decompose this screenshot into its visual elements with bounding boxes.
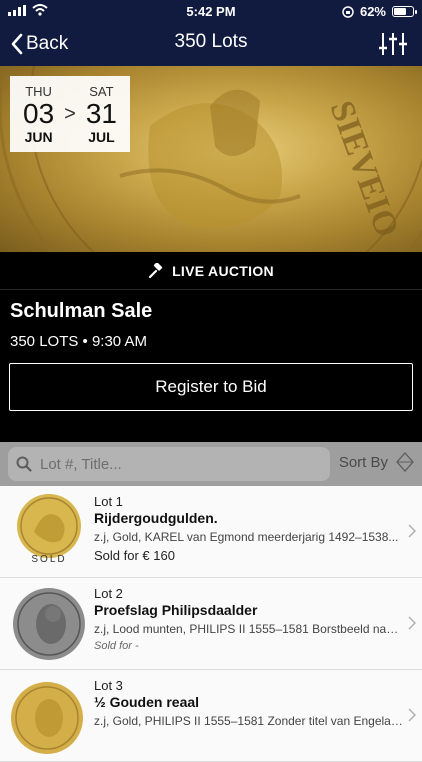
lot-description: z.j, Gold, PHILIPS II 1555–1581 Zonder t… bbox=[94, 714, 404, 728]
sold-badge: SOLD bbox=[31, 554, 67, 565]
lot-title: Proefslag Philipsdaalder bbox=[94, 602, 258, 618]
status-right: 62% bbox=[342, 4, 417, 19]
lot-title: Rijdergoudgulden. bbox=[94, 510, 218, 526]
rotation-lock-icon bbox=[342, 5, 354, 18]
lot-thumbnail bbox=[9, 676, 89, 756]
date-range: THU 03 JUN > SAT 31 JUL bbox=[10, 76, 130, 152]
lot-price: Sold for - bbox=[94, 640, 139, 652]
start-month: JUN bbox=[24, 128, 53, 145]
chevron-right-icon bbox=[408, 524, 416, 538]
lot-thumbnail bbox=[9, 584, 89, 664]
date-separator: > bbox=[64, 102, 76, 125]
hero-image: SIEVEIO THU 03 JUN > SAT 31 JUL bbox=[0, 66, 422, 252]
end-dow: SAT bbox=[89, 83, 114, 99]
search-field[interactable] bbox=[8, 447, 330, 481]
register-to-bid-button[interactable]: Register to Bid bbox=[9, 363, 413, 411]
nav-bar: Back 350 Lots bbox=[0, 22, 422, 66]
live-auction-banner[interactable]: LIVE AUCTION bbox=[0, 252, 422, 290]
sort-by-label: Sort By bbox=[338, 453, 388, 471]
page-title: 350 Lots bbox=[174, 31, 248, 52]
end-date: SAT 31 JUL bbox=[86, 84, 117, 145]
search-input[interactable] bbox=[38, 454, 318, 474]
search-bar: Sort By bbox=[0, 442, 422, 486]
lots-list: SOLD Lot 1 Rijdergoudgulden. z.j, Gold, … bbox=[0, 486, 422, 762]
chevron-right-icon bbox=[408, 616, 416, 630]
status-bar: 5:42 PM 62% bbox=[0, 0, 422, 22]
lot-row-3[interactable]: Lot 3 ½ Gouden reaal z.j, Gold, PHILIPS … bbox=[0, 670, 422, 762]
end-day: 31 bbox=[85, 97, 117, 129]
lot-details: Lot 3 ½ Gouden reaal z.j, Gold, PHILIPS … bbox=[94, 678, 404, 728]
start-dow: THU bbox=[25, 83, 52, 99]
sliders-icon bbox=[379, 33, 407, 55]
search-icon bbox=[16, 456, 32, 472]
lot-row-1[interactable]: SOLD Lot 1 Rijdergoudgulden. z.j, Gold, … bbox=[0, 486, 422, 578]
sort-by-button[interactable]: Sort By bbox=[339, 452, 414, 472]
lot-thumbnail: SOLD bbox=[9, 492, 89, 572]
battery-percent: 62% bbox=[359, 4, 386, 19]
lot-number: Lot 1 bbox=[94, 494, 123, 509]
filter-button[interactable] bbox=[378, 30, 408, 58]
lot-description: z.j, Lood munten, PHILIPS II 1555–1581 B… bbox=[94, 622, 404, 636]
lot-row-2[interactable]: Lot 2 Proefslag Philipsdaalder z.j, Lood… bbox=[0, 578, 422, 670]
lot-details: Lot 2 Proefslag Philipsdaalder z.j, Lood… bbox=[94, 586, 404, 652]
svg-text:SIEVEIO: SIEVEIO bbox=[322, 96, 405, 242]
start-date: THU 03 JUN bbox=[23, 84, 54, 145]
sale-name: Schulman Sale bbox=[10, 300, 153, 322]
start-day: 03 bbox=[23, 97, 55, 129]
sort-icon bbox=[396, 452, 414, 472]
chevron-right-icon bbox=[408, 708, 416, 722]
end-month: JUL bbox=[88, 128, 115, 145]
sale-meta: 350 LOTS • 9:30 AM bbox=[10, 333, 147, 350]
lot-details: Lot 1 Rijdergoudgulden. z.j, Gold, KAREL… bbox=[94, 494, 404, 563]
lot-number: Lot 3 bbox=[94, 678, 123, 693]
live-auction-label: LIVE AUCTION bbox=[172, 262, 274, 279]
sale-info: Schulman Sale 350 LOTS • 9:30 AM Registe… bbox=[0, 290, 422, 442]
lot-number: Lot 2 bbox=[94, 586, 123, 601]
gavel-icon bbox=[148, 262, 163, 278]
battery-icon bbox=[392, 6, 417, 17]
lot-description: z.j, Gold, KAREL van Egmond meerderjarig… bbox=[94, 530, 399, 544]
gold-coin-image bbox=[11, 682, 83, 754]
lot-price: Sold for € 160 bbox=[94, 548, 175, 563]
silver-coin-image bbox=[13, 588, 85, 660]
top-bar: 5:42 PM 62% Back 350 Lots bbox=[0, 0, 422, 66]
lot-title: ½ Gouden reaal bbox=[94, 694, 200, 710]
